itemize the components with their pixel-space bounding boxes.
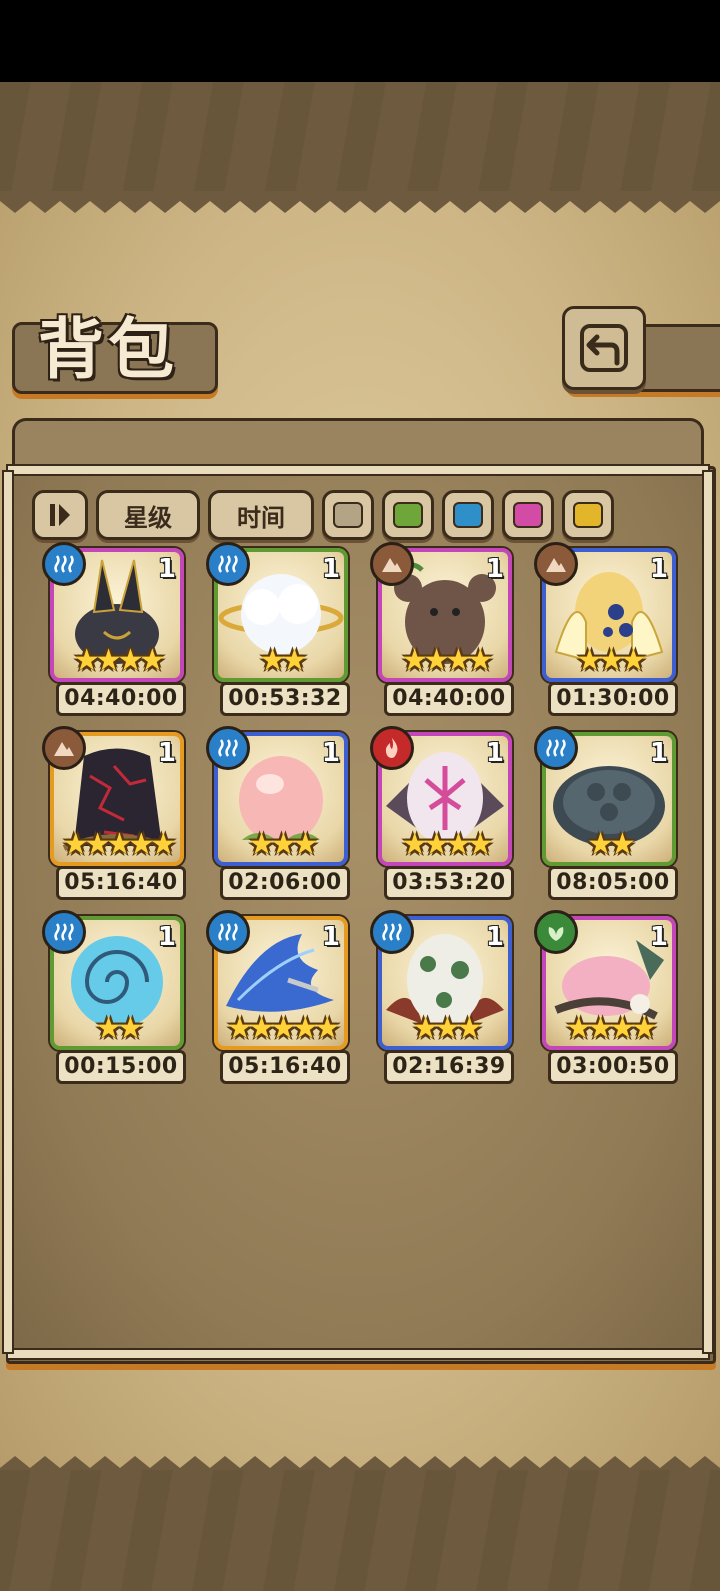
star-rating: ★★★★: [401, 643, 494, 678]
sort-by-stars-button[interactable]: 星级: [96, 490, 200, 540]
hatch-timer: 03:00:50: [548, 1050, 678, 1084]
hatch-timer: 08:05:00: [548, 866, 678, 900]
egg-count: 1: [485, 922, 504, 952]
egg-count: 1: [321, 738, 340, 768]
hatch-timer: 05:16:40: [56, 866, 186, 900]
yellow-swatch: [573, 502, 603, 528]
star-rating: ★★: [259, 643, 308, 678]
egg-count: 1: [485, 738, 504, 768]
star-rating: ★★★★★: [62, 827, 176, 862]
filter-blue-button[interactable]: [442, 490, 494, 540]
back-button[interactable]: [562, 306, 646, 390]
torn-edge-top: [0, 191, 720, 213]
hatch-timer: 04:40:00: [56, 682, 186, 716]
egg-card-peach-egg[interactable]: 1 ★★★ 02:06:00: [206, 726, 350, 900]
star-rating: ★★★★: [73, 643, 166, 678]
egg-count: 1: [649, 738, 668, 768]
water-wave-icon: [206, 542, 250, 586]
egg-card-black-rabbit-egg[interactable]: 1 ★★★★ 04:40:00: [42, 542, 186, 716]
egg-count: 1: [157, 738, 176, 768]
egg-card-dark-crack-egg[interactable]: 1 ★★★★★ 05:16:40: [42, 726, 186, 900]
mountain-icon: [370, 542, 414, 586]
pink-swatch: [513, 502, 543, 528]
star-rating: ★★★: [248, 827, 319, 862]
filter-yellow-button[interactable]: [562, 490, 614, 540]
hatch-timer: 02:06:00: [220, 866, 350, 900]
water-wave-icon: [534, 726, 578, 770]
leaf-icon: [534, 910, 578, 954]
egg-count: 1: [485, 554, 504, 584]
hatch-timer: 05:16:40: [220, 1050, 350, 1084]
sort-toggle-icon: [50, 504, 70, 526]
egg-card-jelly-egg[interactable]: 1 ★★★ 01:30:00: [534, 542, 678, 716]
filter-pink-button[interactable]: [502, 490, 554, 540]
map-background-bottom: [0, 1470, 720, 1591]
egg-card-mossy-egg[interactable]: 1 ★★★ 02:16:39: [370, 910, 514, 1084]
sort-order-button[interactable]: [32, 490, 88, 540]
star-rating: ★★★: [576, 643, 647, 678]
egg-count: 1: [649, 554, 668, 584]
status-bar: [0, 0, 720, 82]
map-background-top: [0, 82, 720, 197]
star-rating: ★★★★: [401, 827, 494, 862]
water-wave-icon: [42, 910, 86, 954]
filter-gray-button[interactable]: [322, 490, 374, 540]
hatch-timer: 04:40:00: [384, 682, 514, 716]
water-wave-icon: [206, 910, 250, 954]
star-rating: ★★★: [412, 1011, 483, 1046]
gray-swatch: [333, 502, 363, 528]
filter-toolbar: 星级 时间: [32, 490, 614, 540]
green-swatch: [393, 502, 423, 528]
mountain-icon: [42, 726, 86, 770]
egg-card-cloud-egg[interactable]: 1 ★★ 00:53:32: [206, 542, 350, 716]
mountain-icon: [534, 542, 578, 586]
return-icon: [580, 324, 628, 372]
hatch-timer: 00:53:32: [220, 682, 350, 716]
egg-card-spiral-shell-egg[interactable]: 1 ★★ 00:15:00: [42, 910, 186, 1084]
egg-count: 1: [321, 922, 340, 952]
blue-swatch: [453, 502, 483, 528]
egg-card-winged-pink-egg[interactable]: 1 ★★★★ 03:53:20: [370, 726, 514, 900]
egg-card-brown-bear-egg[interactable]: 1 ★★★★ 04:40:00: [370, 542, 514, 716]
filter-green-button[interactable]: [382, 490, 434, 540]
hatch-timer: 02:16:39: [384, 1050, 514, 1084]
hatch-timer: 01:30:00: [548, 682, 678, 716]
egg-count: 1: [321, 554, 340, 584]
flame-icon: [370, 726, 414, 770]
egg-count: 1: [157, 554, 176, 584]
star-rating: ★★: [587, 827, 636, 862]
hatch-timer: 00:15:00: [56, 1050, 186, 1084]
water-wave-icon: [370, 910, 414, 954]
star-rating: ★★: [95, 1011, 144, 1046]
egg-card-turtle-shell-egg[interactable]: 1 ★★ 08:05:00: [534, 726, 678, 900]
panel-rail-right: [702, 470, 714, 1354]
star-rating: ★★★★★: [226, 1011, 340, 1046]
water-wave-icon: [42, 542, 86, 586]
egg-card-pink-creature-egg[interactable]: 1 ★★★★ 03:00:50: [534, 910, 678, 1084]
hatch-timer: 03:53:20: [384, 866, 514, 900]
sort-by-time-button[interactable]: 时间: [208, 490, 314, 540]
panel-rail-bottom: [6, 1348, 710, 1360]
page-title: 背包: [38, 310, 178, 388]
egg-card-blue-feather-egg[interactable]: 1 ★★★★★ 05:16:40: [206, 910, 350, 1084]
panel-rail-left: [2, 470, 14, 1354]
water-wave-icon: [206, 726, 250, 770]
egg-count: 1: [649, 922, 668, 952]
egg-count: 1: [157, 922, 176, 952]
panel-rail-top: [6, 464, 710, 476]
star-rating: ★★★★: [565, 1011, 658, 1046]
